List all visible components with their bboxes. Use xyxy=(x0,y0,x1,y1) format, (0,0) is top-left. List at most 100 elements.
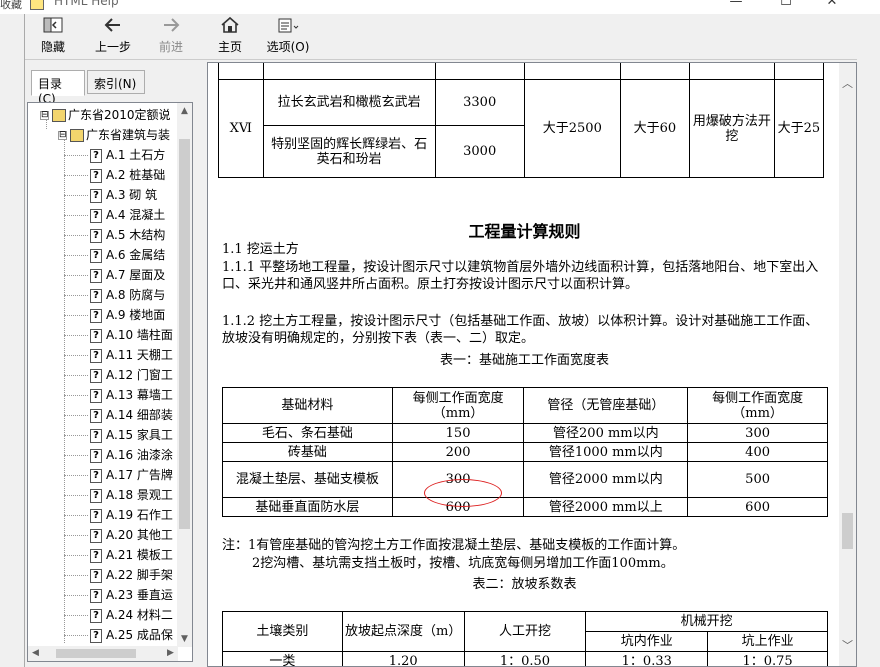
scroll-down-icon[interactable]: ▼ xyxy=(177,631,192,647)
scroll-up-icon[interactable]: ︿ xyxy=(839,75,856,92)
tree-book-item[interactable]: ⊟ 广东省建筑与装 xyxy=(58,125,170,145)
forward-button[interactable]: 前进 xyxy=(153,16,189,58)
tree-topic-item[interactable]: ? A.9 楼地面 xyxy=(90,305,165,325)
table-row xyxy=(218,63,825,80)
content-vscroll-thumb[interactable] xyxy=(842,513,853,549)
table1-cell: 300 xyxy=(687,423,828,443)
tree-topic-item[interactable]: ? A.1 土石方 xyxy=(90,145,165,165)
rock-col-4: 大于2500 xyxy=(523,79,621,178)
tree-topic-item[interactable]: ? A.25 成品保 xyxy=(90,625,173,645)
table1-caption: 表一：基础施工工作面宽度表 xyxy=(439,353,609,368)
options-button[interactable]: 选项(O) xyxy=(263,16,313,58)
tree-topic-item[interactable]: ? A.18 景观工 xyxy=(90,485,173,505)
tab-contents[interactable]: 目录(C) xyxy=(31,70,85,106)
collapse-icon[interactable]: ⊟ xyxy=(58,131,67,140)
title-bar: 收藏 HTML Help — ☐ ✕ xyxy=(0,0,880,14)
tree-topic-item[interactable]: ? A.10 墙柱面 xyxy=(90,325,173,345)
hide-button[interactable]: 隐藏 xyxy=(35,16,71,58)
table2-cell: 1：0.33 xyxy=(585,651,709,666)
table1-cell: 600 xyxy=(687,497,828,517)
tree-item-label: A.5 木结构 xyxy=(106,228,166,242)
help-topic-icon: ? xyxy=(90,228,102,243)
tree-topic-item[interactable]: ? A.24 材料二 xyxy=(90,605,173,625)
tree-topic-item[interactable]: ? A.13 幕墙工 xyxy=(90,385,173,405)
close-button[interactable]: ✕ xyxy=(812,0,852,9)
tree-item-label: A.9 楼地面 xyxy=(106,308,166,322)
para-1-1-2: 1.1.2 挖土方工程量，按设计图示尺寸（包括基础工作面、放坡）以体积计算。设计… xyxy=(222,314,819,346)
rock-name: 拉长玄武岩和橄榄玄武岩 xyxy=(262,79,436,126)
help-topic-icon: ? xyxy=(90,368,102,383)
tree-item-label: A.11 天棚工 xyxy=(106,348,173,362)
maximize-button[interactable]: ☐ xyxy=(766,0,806,9)
table2-cell: 1：0.50 xyxy=(463,651,587,666)
tree-item-label: A.24 材料二 xyxy=(106,608,173,622)
tree-topic-item[interactable]: ? A.14 细部装 xyxy=(90,405,173,425)
table1-cell: 400 xyxy=(687,442,828,462)
tree-topic-item[interactable]: ? A.21 模板工 xyxy=(90,545,173,565)
table1-cell: 管径1000 mm以内 xyxy=(523,442,689,462)
table-row: 基础材料 每侧工作面宽度（mm） 管径（无管座基础） 每侧工作面宽度（mm） xyxy=(222,387,828,424)
collapse-icon[interactable]: ⊟ xyxy=(40,111,49,120)
tree-item-label: A.17 广告牌 xyxy=(106,468,173,482)
forward-arrow-icon xyxy=(153,16,189,38)
tree-topic-item[interactable]: ? A.16 油漆涂 xyxy=(90,445,173,465)
tree-item-label: 广东省2010定额说 xyxy=(68,108,171,122)
help-topic-icon: ? xyxy=(90,588,102,603)
help-topic-icon: ? xyxy=(90,348,102,363)
tree-vertical-scrollbar[interactable]: ▲ ▼ xyxy=(177,103,192,647)
table2-cell: 一类 xyxy=(222,651,343,666)
scroll-right-icon[interactable]: ▶ xyxy=(163,646,178,661)
scroll-down-icon[interactable]: ﹀ xyxy=(839,637,856,654)
tree-topic-item[interactable]: ? A.3 砌 筑 xyxy=(90,185,157,205)
tree-item-label: A.22 脚手架 xyxy=(106,568,173,582)
pane-splitter[interactable] xyxy=(199,62,207,667)
tree-item-label: A.20 其他工 xyxy=(106,528,173,542)
help-topic-icon: ? xyxy=(90,208,102,223)
table-row: 砖基础 200 管径1000 mm以内 400 xyxy=(222,442,828,462)
table2-cell: 1：0.75 xyxy=(707,651,828,666)
help-topic-icon: ? xyxy=(90,148,102,163)
table-row: 混凝土垫层、基础支模板 300 管径2000 mm以内 500 xyxy=(222,461,828,498)
rock-col-5: 大于60 xyxy=(619,79,691,178)
tree-book-item[interactable]: ⊟ 广东省2010定额说 xyxy=(40,105,171,125)
tree-topic-item[interactable]: ? A.11 天棚工 xyxy=(90,345,173,365)
tree-topic-item[interactable]: ? A.5 木结构 xyxy=(90,225,165,245)
scroll-left-icon[interactable]: ◀ xyxy=(28,646,43,661)
tree-horizontal-scrollbar[interactable]: ◀ ▶ xyxy=(28,646,178,661)
tree-topic-item[interactable]: ? A.12 门窗工 xyxy=(90,365,173,385)
tree-topic-item[interactable]: ? A.23 垂直运 xyxy=(90,585,173,605)
tree-topic-item[interactable]: ? A.20 其他工 xyxy=(90,525,173,545)
help-topic-icon: ? xyxy=(90,628,102,643)
help-topic-icon: ? xyxy=(90,608,102,623)
tab-index[interactable]: 索引(N) xyxy=(87,70,145,94)
tree-item-label: A.6 金属结 xyxy=(106,248,166,262)
help-topic-icon: ? xyxy=(90,308,102,323)
minimize-button[interactable]: — xyxy=(716,0,756,9)
tree-topic-item[interactable]: ? A.17 广告牌 xyxy=(90,465,173,485)
tree-hscroll-thumb[interactable] xyxy=(56,649,136,658)
table2-header: 放坡起点深度（m） xyxy=(341,611,465,652)
tree-topic-item[interactable]: ? A.2 桩基础 xyxy=(90,165,165,185)
table1-cell: 200 xyxy=(391,442,525,462)
tree-item-label: A.2 桩基础 xyxy=(106,168,166,182)
tree-vscroll-thumb[interactable] xyxy=(179,139,190,529)
tree-topic-item[interactable]: ? A.19 石作工 xyxy=(90,505,173,525)
help-topic-icon: ? xyxy=(90,188,102,203)
back-button[interactable]: 上一步 xyxy=(91,16,135,58)
tree-item-label: A.10 墙柱面 xyxy=(106,328,173,342)
content-vertical-scrollbar[interactable]: ︿ ﹀ xyxy=(839,63,856,666)
home-button[interactable]: 主页 xyxy=(213,16,247,58)
help-topic-icon: ? xyxy=(90,408,102,423)
rock-value: 3300 xyxy=(434,79,525,126)
tree-topic-item[interactable]: ? A.4 混凝土 xyxy=(90,205,165,225)
tree-topic-item[interactable]: ? A.7 屋面及 xyxy=(90,265,165,285)
para-1-1-1: 1.1.1 平整场地工程量，按设计图示尺寸以建筑物首层外墙外边线面积计算，包括落… xyxy=(222,260,819,292)
tree-topic-item[interactable]: ? A.15 家具工 xyxy=(90,425,173,445)
tree-topic-item[interactable]: ? A.22 脚手架 xyxy=(90,565,173,585)
tree-item-label: A.1 土石方 xyxy=(106,148,166,162)
help-topic-icon: ? xyxy=(90,528,102,543)
tree-item-label: A.7 屋面及 xyxy=(106,268,166,282)
scroll-up-icon[interactable]: ▲ xyxy=(177,103,192,119)
tree-topic-item[interactable]: ? A.6 金属结 xyxy=(90,245,165,265)
tree-topic-item[interactable]: ? A.8 防腐与 xyxy=(90,285,165,305)
